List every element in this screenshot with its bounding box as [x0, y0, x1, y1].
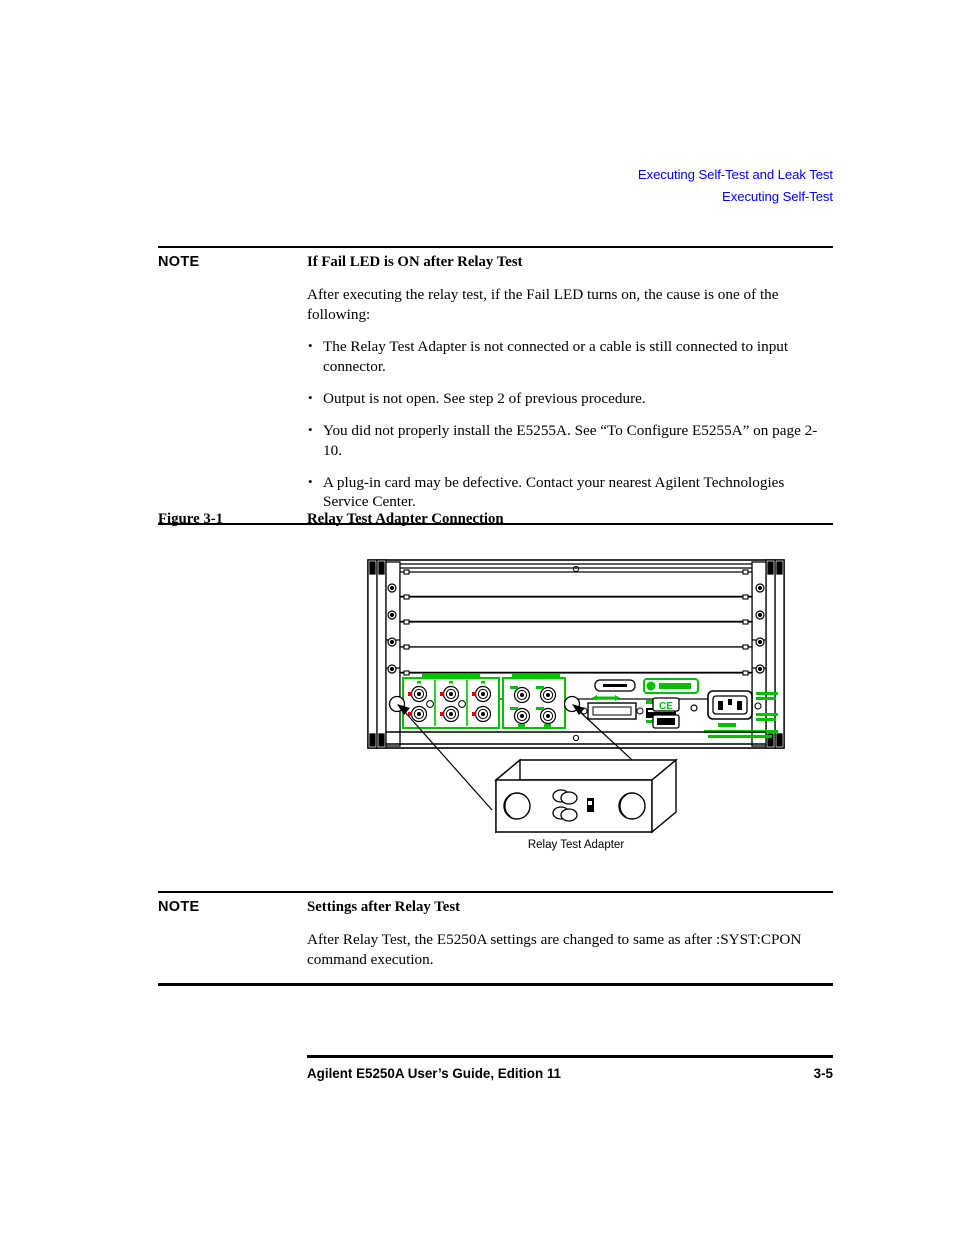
list-item: You did not properly install the E5255A.… [307, 420, 833, 460]
triax-connector [513, 686, 531, 704]
adapter-connector-right [618, 792, 646, 820]
serial-number-label [594, 679, 636, 692]
chassis-screw [690, 704, 698, 712]
ac-power-inlet [704, 690, 778, 738]
note-title: Settings after Relay Test [307, 899, 461, 916]
list-item: A plug-in card may be defective. Contact… [307, 472, 833, 512]
note-content: If Fail LED is ON after Relay Test After… [307, 248, 833, 511]
note-content: Settings after Relay Test After Relay Te… [307, 893, 833, 969]
note-bullet-list: The Relay Test Adapter is not connected … [307, 336, 833, 512]
figure-svg: CE Relay Test Adapter [367, 559, 785, 851]
note-paragraph: After Relay Test, the E5250A settings ar… [307, 930, 802, 968]
document-page: Executing Self-Test and Leak Test Execut… [0, 0, 954, 1235]
figure-number: Figure 3-1 [158, 511, 224, 527]
footer-row: Agilent E5250A User’s Guide, Edition 11 … [307, 1058, 833, 1081]
running-header: Executing Self-Test and Leak Test Execut… [0, 164, 833, 207]
note-body: NOTE Settings after Relay Test After Rel… [158, 893, 833, 969]
note-title: If Fail LED is ON after Relay Test [307, 254, 523, 271]
header-line-2: Executing Self-Test [722, 188, 833, 204]
regulatory-mark [652, 714, 680, 729]
adapter-label: Relay Test Adapter [528, 839, 624, 851]
note-paragraph: After executing the relay test, if the F… [307, 285, 779, 323]
ce-mark: CE [652, 697, 680, 712]
instrument-rear-panel: CE [367, 559, 785, 749]
smu-connector-group-left [402, 674, 500, 729]
figure-relay-test-adapter-connection: CE Relay Test Adapter [360, 548, 800, 858]
page-footer: Agilent E5250A User’s Guide, Edition 11 … [307, 1055, 833, 1081]
note-bottom-rule [158, 983, 833, 986]
footer-title: Agilent E5250A User’s Guide, Edition 11 [307, 1065, 562, 1081]
figure-caption: Figure 3-1 Relay Test Adapter Connection [158, 511, 833, 528]
triax-connector [539, 707, 557, 725]
triax-connector [539, 686, 557, 704]
svg-text:CE: CE [659, 701, 673, 712]
note-label: NOTE [158, 899, 200, 916]
header-line-1: Executing Self-Test and Leak Test [637, 167, 833, 182]
adapter-connector-left [503, 792, 531, 820]
page-number: 3-5 [813, 1065, 833, 1081]
triax-connector [513, 707, 531, 725]
warning-label [643, 678, 699, 694]
smu-connector-group-right [502, 674, 566, 729]
note-block-fail-led: NOTE If Fail LED is ON after Relay Test … [158, 246, 833, 526]
list-item: Output is not open. See step 2 of previo… [307, 388, 833, 409]
note-block-settings: NOTE Settings after Relay Test After Rel… [158, 891, 833, 986]
note-label: NOTE [158, 254, 200, 271]
relay-test-adapter [494, 758, 678, 834]
list-item: The Relay Test Adapter is not connected … [307, 336, 833, 376]
note-body: NOTE If Fail LED is ON after Relay Test … [158, 248, 833, 511]
figure-title: Relay Test Adapter Connection [307, 511, 504, 527]
